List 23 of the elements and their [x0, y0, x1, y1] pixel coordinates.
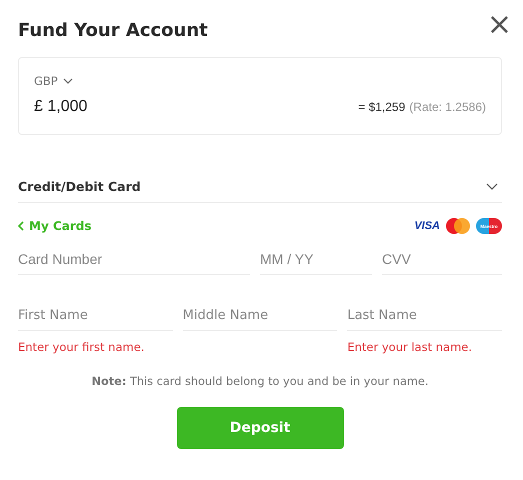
error-message: Enter your last name. [347, 340, 472, 354]
deposit-button[interactable]: Deposit [176, 407, 344, 449]
error-message: Enter your first name. [18, 340, 144, 354]
chevron-down-icon [486, 183, 498, 190]
visa-logo: VISA [414, 220, 440, 232]
converted-amount: = $1,259 [358, 100, 406, 114]
dialog-title: Fund Your Account [18, 20, 208, 41]
currency-dropdown[interactable]: GBP [34, 74, 73, 88]
amount-value: £ 1,000 [34, 98, 88, 116]
my-cards-link[interactable]: My Cards [18, 219, 92, 233]
input-field[interactable]: CVV [382, 244, 502, 275]
input-field[interactable]: Card Number [18, 244, 250, 275]
payment-method-dropdown[interactable]: Credit/Debit Card [18, 179, 502, 203]
note-text: Note: This card should belong to you and be in your name. [90, 375, 430, 388]
chevron-left-icon [18, 221, 24, 231]
input-field[interactable]: Middle Name [182, 301, 338, 331]
input-field[interactable]: Last Name [347, 301, 502, 331]
exchange-rate: (Rate: 1.2586) [409, 100, 486, 114]
chevron-down-icon [62, 78, 73, 84]
input-field[interactable]: First Name [18, 301, 173, 331]
mastercard-logo [446, 218, 470, 234]
input-field[interactable]: MM / YY [260, 244, 372, 275]
close-button[interactable]: × [486, 12, 512, 38]
